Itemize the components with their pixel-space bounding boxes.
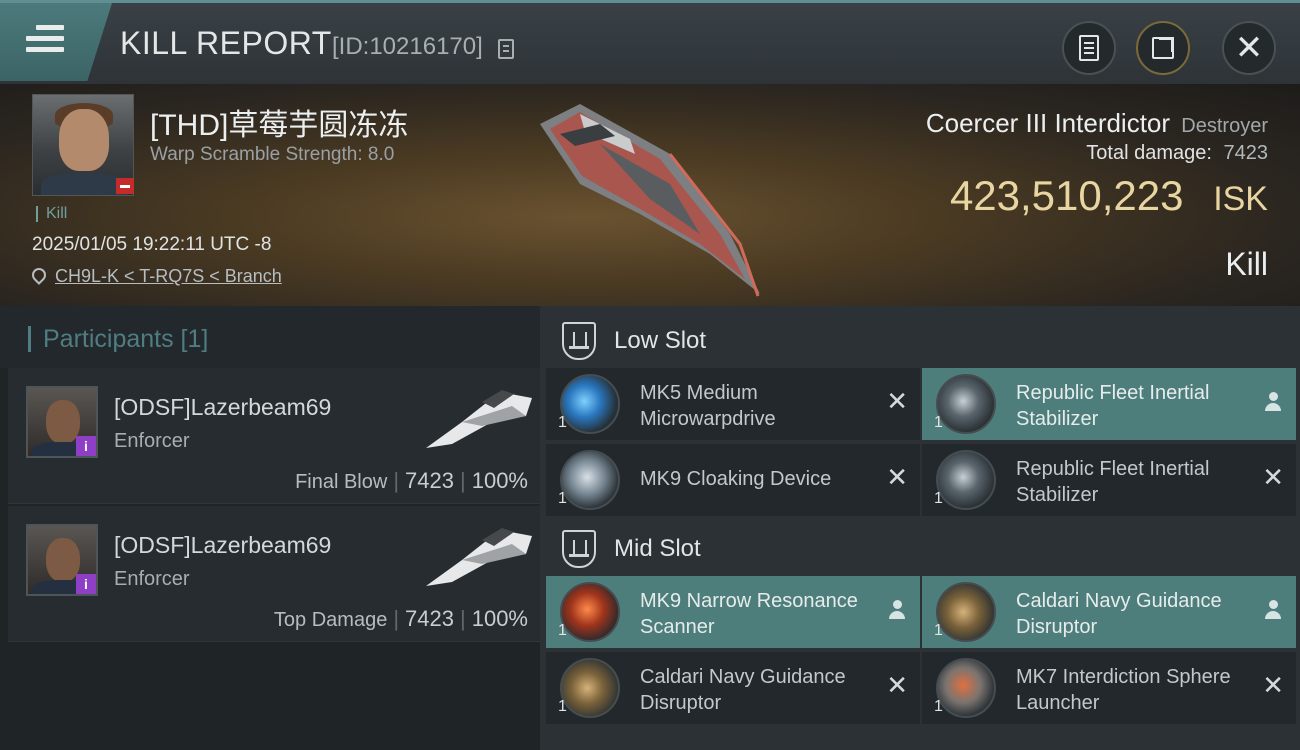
total-damage: Total damage: 7423 [1086, 142, 1268, 165]
module-item[interactable]: 1 MK5 Medium Microwarpdrive ✕ [546, 368, 920, 440]
isk-amount: 423,510,223 [949, 172, 1184, 219]
module-name: Caldari Navy Guidance Disruptor [640, 666, 846, 714]
participants-panel: Participants [1] i [ODSF]Lazerbeam69 Enf… [0, 306, 540, 750]
x-icon: ✕ [1262, 670, 1284, 700]
x-icon: ✕ [886, 386, 908, 416]
participants-header: Participants [1] [0, 306, 540, 368]
module-name: Republic Fleet Inertial Stabilizer [1016, 458, 1210, 506]
module-name: MK9 Narrow Resonance Scanner [640, 590, 858, 638]
module-item[interactable]: 1 Caldari Navy Guidance Disruptor ✕ [546, 652, 920, 724]
x-icon: ✕ [1262, 462, 1284, 492]
participant-stats: Final Blow | 7423 | 100% [295, 468, 528, 493]
person-icon [888, 600, 906, 622]
module-item[interactable]: 1 MK9 Cloaking Device ✕ [546, 444, 920, 516]
victim-summary: [THD]草莓芋圆冻冻 Warp Scramble Strength: 8.0 … [0, 84, 1300, 306]
x-icon: ✕ [886, 462, 908, 492]
module-quantity: 1 [934, 490, 943, 507]
share-icon [1152, 37, 1174, 59]
person-icon [1264, 392, 1282, 414]
info-badge-icon: i [76, 574, 96, 594]
fitting-panel: Low Slot 1 MK5 Medium Microwarpdrive ✕ 1… [540, 306, 1300, 750]
mid-slot-title: Mid Slot [614, 535, 701, 562]
guidance-disruptor-icon [936, 582, 996, 642]
shield-slot-icon [562, 322, 596, 360]
page-title: KILL REPORT [120, 25, 332, 61]
copy-icon[interactable] [498, 39, 514, 59]
module-quantity: 1 [934, 414, 943, 431]
participant-row[interactable]: i [ODSF]Lazerbeam69 Enforcer Final Blow |… [8, 368, 540, 504]
x-icon: ✕ [886, 670, 908, 700]
isk-unit: ISK [1213, 180, 1268, 218]
resonance-scanner-icon [560, 582, 620, 642]
report-id: [ID:10216170] [332, 33, 483, 60]
module-quantity: 1 [558, 698, 567, 715]
victim-name[interactable]: [THD]草莓芋圆冻冻 [150, 100, 408, 144]
module-name: MK9 Cloaking Device [640, 468, 832, 490]
module-name: MK5 Medium Microwarpdrive [640, 382, 776, 430]
participants-title: Participants [1] [28, 326, 208, 352]
participant-percent: 100% [471, 606, 528, 631]
victim-ship-image [540, 104, 760, 297]
module-item[interactable]: 1 Caldari Navy Guidance Disruptor [922, 576, 1296, 648]
module-quantity: 1 [934, 698, 943, 715]
low-slot-title: Low Slot [614, 327, 707, 354]
guidance-disruptor-icon [560, 658, 620, 718]
ship-class: Destroyer [1181, 115, 1268, 137]
inertial-stabilizer-icon [936, 450, 996, 510]
participant-damage: 7423 [405, 606, 454, 631]
total-damage-value: 7423 [1223, 142, 1269, 164]
kill-datetime: 2025/01/05 19:22:11 UTC -8 [32, 234, 272, 255]
module-item[interactable]: 1 Republic Fleet Inertial Stabilizer [922, 368, 1296, 440]
participant-row[interactable]: i [ODSF]Lazerbeam69 Enforcer Top Damage |… [8, 506, 540, 642]
module-name: MK7 Interdiction Sphere Launcher [1016, 666, 1231, 714]
total-damage-label: Total damage: [1086, 142, 1212, 164]
location-pin-icon [29, 265, 49, 285]
kill-tag: Kill [36, 206, 67, 222]
module-quantity: 1 [558, 622, 567, 639]
shield-slot-icon [562, 530, 596, 568]
clipboard-icon [1079, 35, 1099, 61]
participant-damage: 7423 [405, 468, 454, 493]
result-label: Kill [1225, 246, 1268, 282]
participant-ship-image [426, 528, 532, 586]
ship-name-text: Coercer III Interdictor [925, 108, 1171, 138]
module-quantity: 1 [934, 622, 943, 639]
participant-role: Top Damage [273, 609, 388, 631]
location-link[interactable]: CH9L-K < T-RQ7S < Branch [55, 266, 282, 287]
title-bar: KILL REPORT [ID:10216170] ✕ [0, 0, 1300, 84]
participant-ship-image [426, 390, 532, 448]
low-slot-header: Low Slot [540, 310, 1300, 372]
isk-value: 423,510,223 ISK [950, 172, 1268, 220]
participant-ship: Enforcer [114, 430, 190, 452]
module-item[interactable]: 1 Republic Fleet Inertial Stabilizer ✕ [922, 444, 1296, 516]
cloaking-device-icon [560, 450, 620, 510]
share-button[interactable] [1136, 21, 1190, 75]
participant-role: Final Blow [295, 471, 388, 493]
victim-ship-name[interactable]: Coercer III Interdictor Destroyer [926, 108, 1268, 139]
module-name: Caldari Navy Guidance Disruptor [1016, 590, 1222, 638]
interdiction-sphere-launcher-icon [936, 658, 996, 718]
close-icon: ✕ [1234, 29, 1264, 67]
module-quantity: 1 [558, 490, 567, 507]
module-name: Republic Fleet Inertial Stabilizer [1016, 382, 1210, 430]
module-item[interactable]: 1 MK9 Narrow Resonance Scanner [546, 576, 920, 648]
info-badge-icon: i [76, 436, 96, 456]
notes-button[interactable] [1062, 21, 1116, 75]
hostile-badge-icon [116, 178, 134, 194]
module-item[interactable]: 1 MK7 Interdiction Sphere Launcher ✕ [922, 652, 1296, 724]
menu-button[interactable] [0, 3, 112, 81]
participant-ship: Enforcer [114, 568, 190, 590]
participant-name[interactable]: [ODSF]Lazerbeam69 [114, 532, 331, 559]
close-button[interactable]: ✕ [1222, 21, 1276, 75]
microwarpdrive-icon [560, 374, 620, 434]
module-quantity: 1 [558, 414, 567, 431]
inertial-stabilizer-icon [936, 374, 996, 434]
mid-slot-header: Mid Slot [540, 518, 1300, 580]
hamburger-menu-icon [26, 25, 64, 55]
warp-scramble-strength: Warp Scramble Strength: 8.0 [150, 144, 395, 165]
participant-name[interactable]: [ODSF]Lazerbeam69 [114, 394, 331, 421]
participant-percent: 100% [471, 468, 528, 493]
person-icon [1264, 600, 1282, 622]
participant-stats: Top Damage | 7423 | 100% [273, 606, 528, 631]
